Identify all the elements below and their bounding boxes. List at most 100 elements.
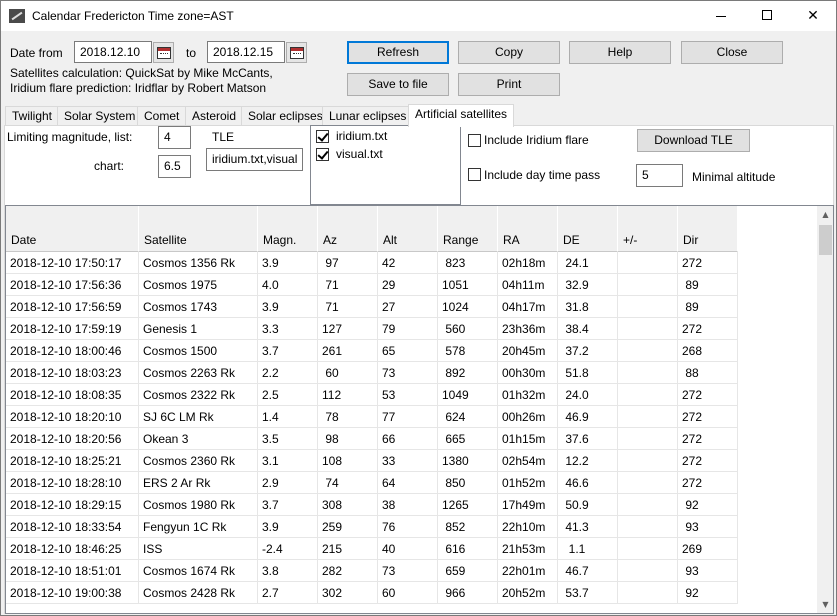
include-daytime-checkbox[interactable] — [468, 168, 481, 181]
scroll-down-icon[interactable]: ▼ — [817, 596, 833, 613]
vertical-scrollbar[interactable]: ▲ ▼ — [817, 206, 833, 613]
table-row[interactable]: 2018-12-10 17:56:36 Cosmos 1975 4.0 71 29 10… — [6, 274, 738, 296]
cell-de: 46.6 — [558, 472, 618, 494]
table-row[interactable]: 2018-12-10 18:46:25 ISS -2.4 215 40 616 21h53… — [6, 538, 738, 560]
cell-magnitude: 1.4 — [258, 406, 318, 428]
print-button[interactable]: Print — [458, 73, 560, 96]
table-row[interactable]: 2018-12-10 17:56:59 Cosmos 1743 3.9 71 27 10… — [6, 296, 738, 318]
close-window-button[interactable]: ✕ — [790, 1, 836, 31]
cell-range: 624 — [438, 406, 498, 428]
tab-solar-eclipses[interactable]: Solar eclipses — [241, 106, 330, 126]
cell-date: 2018-12-10 18:03:23 — [6, 362, 139, 384]
date-from-input[interactable]: 2018.12.10 — [74, 41, 152, 63]
cell-range: 823 — [438, 252, 498, 274]
tle-label: TLE — [212, 130, 235, 144]
table-row[interactable]: 2018-12-10 18:28:10 ERS 2 Ar Rk 2.9 74 64 8… — [6, 472, 738, 494]
save-to-file-button[interactable]: Save to file — [347, 73, 449, 96]
cell-ra: 20h52m — [498, 582, 558, 604]
cell-azimuth: 308 — [318, 494, 378, 516]
cell-ra: 02h54m — [498, 450, 558, 472]
cell-magnitude: 4.0 — [258, 274, 318, 296]
tle-input[interactable]: iridium.txt,visual — [206, 148, 303, 171]
column-header-date[interactable]: Date — [6, 206, 139, 252]
copy-button[interactable]: Copy — [458, 41, 560, 64]
cell-satellite: ISS — [139, 538, 258, 560]
refresh-button[interactable]: Refresh — [347, 41, 449, 64]
help-button[interactable]: Help — [569, 41, 671, 64]
table-row[interactable]: 2018-12-10 19:00:38 Cosmos 2428 Rk 2.7 302 6… — [6, 582, 738, 604]
table-row[interactable]: 2018-12-10 17:59:19 Genesis 1 3.3 127 79 560… — [6, 318, 738, 340]
cell-satellite: Cosmos 1500 — [139, 340, 258, 362]
minimal-altitude-input[interactable]: 5 — [636, 164, 683, 187]
tab-artificial-satellites[interactable]: Artificial satellites — [408, 104, 515, 127]
column-header-ra[interactable]: RA — [498, 206, 558, 252]
column-header-altitude[interactable]: Alt — [378, 206, 438, 252]
limiting-chart-input[interactable]: 6.5 — [158, 155, 191, 178]
table-row[interactable]: 2018-12-10 18:08:35 Cosmos 2322 Rk 2.5 112 5… — [6, 384, 738, 406]
cell-altitude: 65 — [378, 340, 438, 362]
cell-direction: 268 — [678, 340, 738, 362]
column-header-satellite[interactable]: Satellite — [139, 206, 258, 252]
table-row[interactable]: 2018-12-10 18:33:54 Fengyun 1C Rk 3.9 259 76… — [6, 516, 738, 538]
table-row[interactable]: 2018-12-10 17:50:17 Cosmos 1356 Rk 3.9 97 4… — [6, 252, 738, 274]
cell-satellite: Genesis 1 — [139, 318, 258, 340]
include-iridium-checkbox[interactable] — [468, 134, 481, 147]
cell-de: 37.2 — [558, 340, 618, 362]
date-to-input[interactable]: 2018.12.15 — [207, 41, 285, 63]
download-tle-button[interactable]: Download TLE — [637, 129, 750, 152]
cell-magnitude: 3.9 — [258, 296, 318, 318]
tab-lunar-eclipses[interactable]: Lunar eclipses — [322, 106, 414, 126]
minimize-icon — [716, 15, 726, 17]
maximize-button[interactable] — [744, 1, 790, 31]
limiting-list-input[interactable]: 4 — [158, 126, 191, 149]
table-row[interactable]: 2018-12-10 18:20:10 SJ 6C LM Rk 1.4 78 77 6… — [6, 406, 738, 428]
cell-azimuth: 261 — [318, 340, 378, 362]
results-grid[interactable]: Date Satellite Magn. Az Alt Range RA DE +/- Dir 2… — [5, 205, 834, 614]
column-header-plus-minus[interactable]: +/- — [618, 206, 678, 252]
minimize-button[interactable] — [698, 1, 744, 31]
scroll-thumb[interactable] — [819, 225, 832, 255]
cell-satellite: Fengyun 1C Rk — [139, 516, 258, 538]
tab-asteroid[interactable]: Asteroid — [185, 106, 244, 126]
table-row[interactable]: 2018-12-10 18:20:56 Okean 3 3.5 98 66 665 01… — [6, 428, 738, 450]
cell-azimuth: 71 — [318, 296, 378, 318]
cell-range: 560 — [438, 318, 498, 340]
column-header-direction[interactable]: Dir — [678, 206, 738, 252]
table-row[interactable]: 2018-12-10 18:51:01 Cosmos 1674 Rk 3.8 282 7… — [6, 560, 738, 582]
column-header-magnitude[interactable]: Magn. — [258, 206, 318, 252]
tle-file-checkbox-iridium[interactable] — [316, 130, 329, 143]
window-title: Calendar Fredericton Time zone=AST — [32, 9, 234, 23]
column-header-de[interactable]: DE — [558, 206, 618, 252]
cell-de: 31.8 — [558, 296, 618, 318]
tab-solar-system[interactable]: Solar System — [57, 106, 143, 126]
cell-direction: 89 — [678, 274, 738, 296]
tab-comet[interactable]: Comet — [137, 106, 187, 126]
cell-ra: 00h30m — [498, 362, 558, 384]
column-header-azimuth[interactable]: Az — [318, 206, 378, 252]
table-row[interactable]: 2018-12-10 18:25:21 Cosmos 2360 Rk 3.1 108 3… — [6, 450, 738, 472]
tle-file-checkbox-visual[interactable] — [316, 148, 329, 161]
close-button[interactable]: Close — [681, 41, 783, 64]
date-from-calendar-button[interactable] — [153, 42, 174, 63]
calendar-icon — [290, 47, 304, 59]
cell-ra: 23h36m — [498, 318, 558, 340]
cell-ra: 17h49m — [498, 494, 558, 516]
cell-magnitude: 3.7 — [258, 340, 318, 362]
cell-ra: 04h17m — [498, 296, 558, 318]
cell-range: 850 — [438, 472, 498, 494]
cell-de: 50.9 — [558, 494, 618, 516]
cell-ra: 01h52m — [498, 472, 558, 494]
table-row[interactable]: 2018-12-10 18:03:23 Cosmos 2263 Rk 2.2 60 7… — [6, 362, 738, 384]
column-header-range[interactable]: Range — [438, 206, 498, 252]
cell-de: 51.8 — [558, 362, 618, 384]
cell-ra: 01h32m — [498, 384, 558, 406]
cell-direction: 272 — [678, 450, 738, 472]
table-row[interactable]: 2018-12-10 18:00:46 Cosmos 1500 3.7 261 65 5… — [6, 340, 738, 362]
column-header-label: Satellite — [144, 233, 187, 247]
scroll-up-icon[interactable]: ▲ — [817, 206, 833, 223]
cell-date: 2018-12-10 18:28:10 — [6, 472, 139, 494]
date-to-calendar-button[interactable] — [286, 42, 307, 63]
tab-twilight[interactable]: Twilight — [5, 106, 60, 126]
cell-plus-minus — [618, 384, 678, 406]
table-row[interactable]: 2018-12-10 18:29:15 Cosmos 1980 Rk 3.7 308 3… — [6, 494, 738, 516]
